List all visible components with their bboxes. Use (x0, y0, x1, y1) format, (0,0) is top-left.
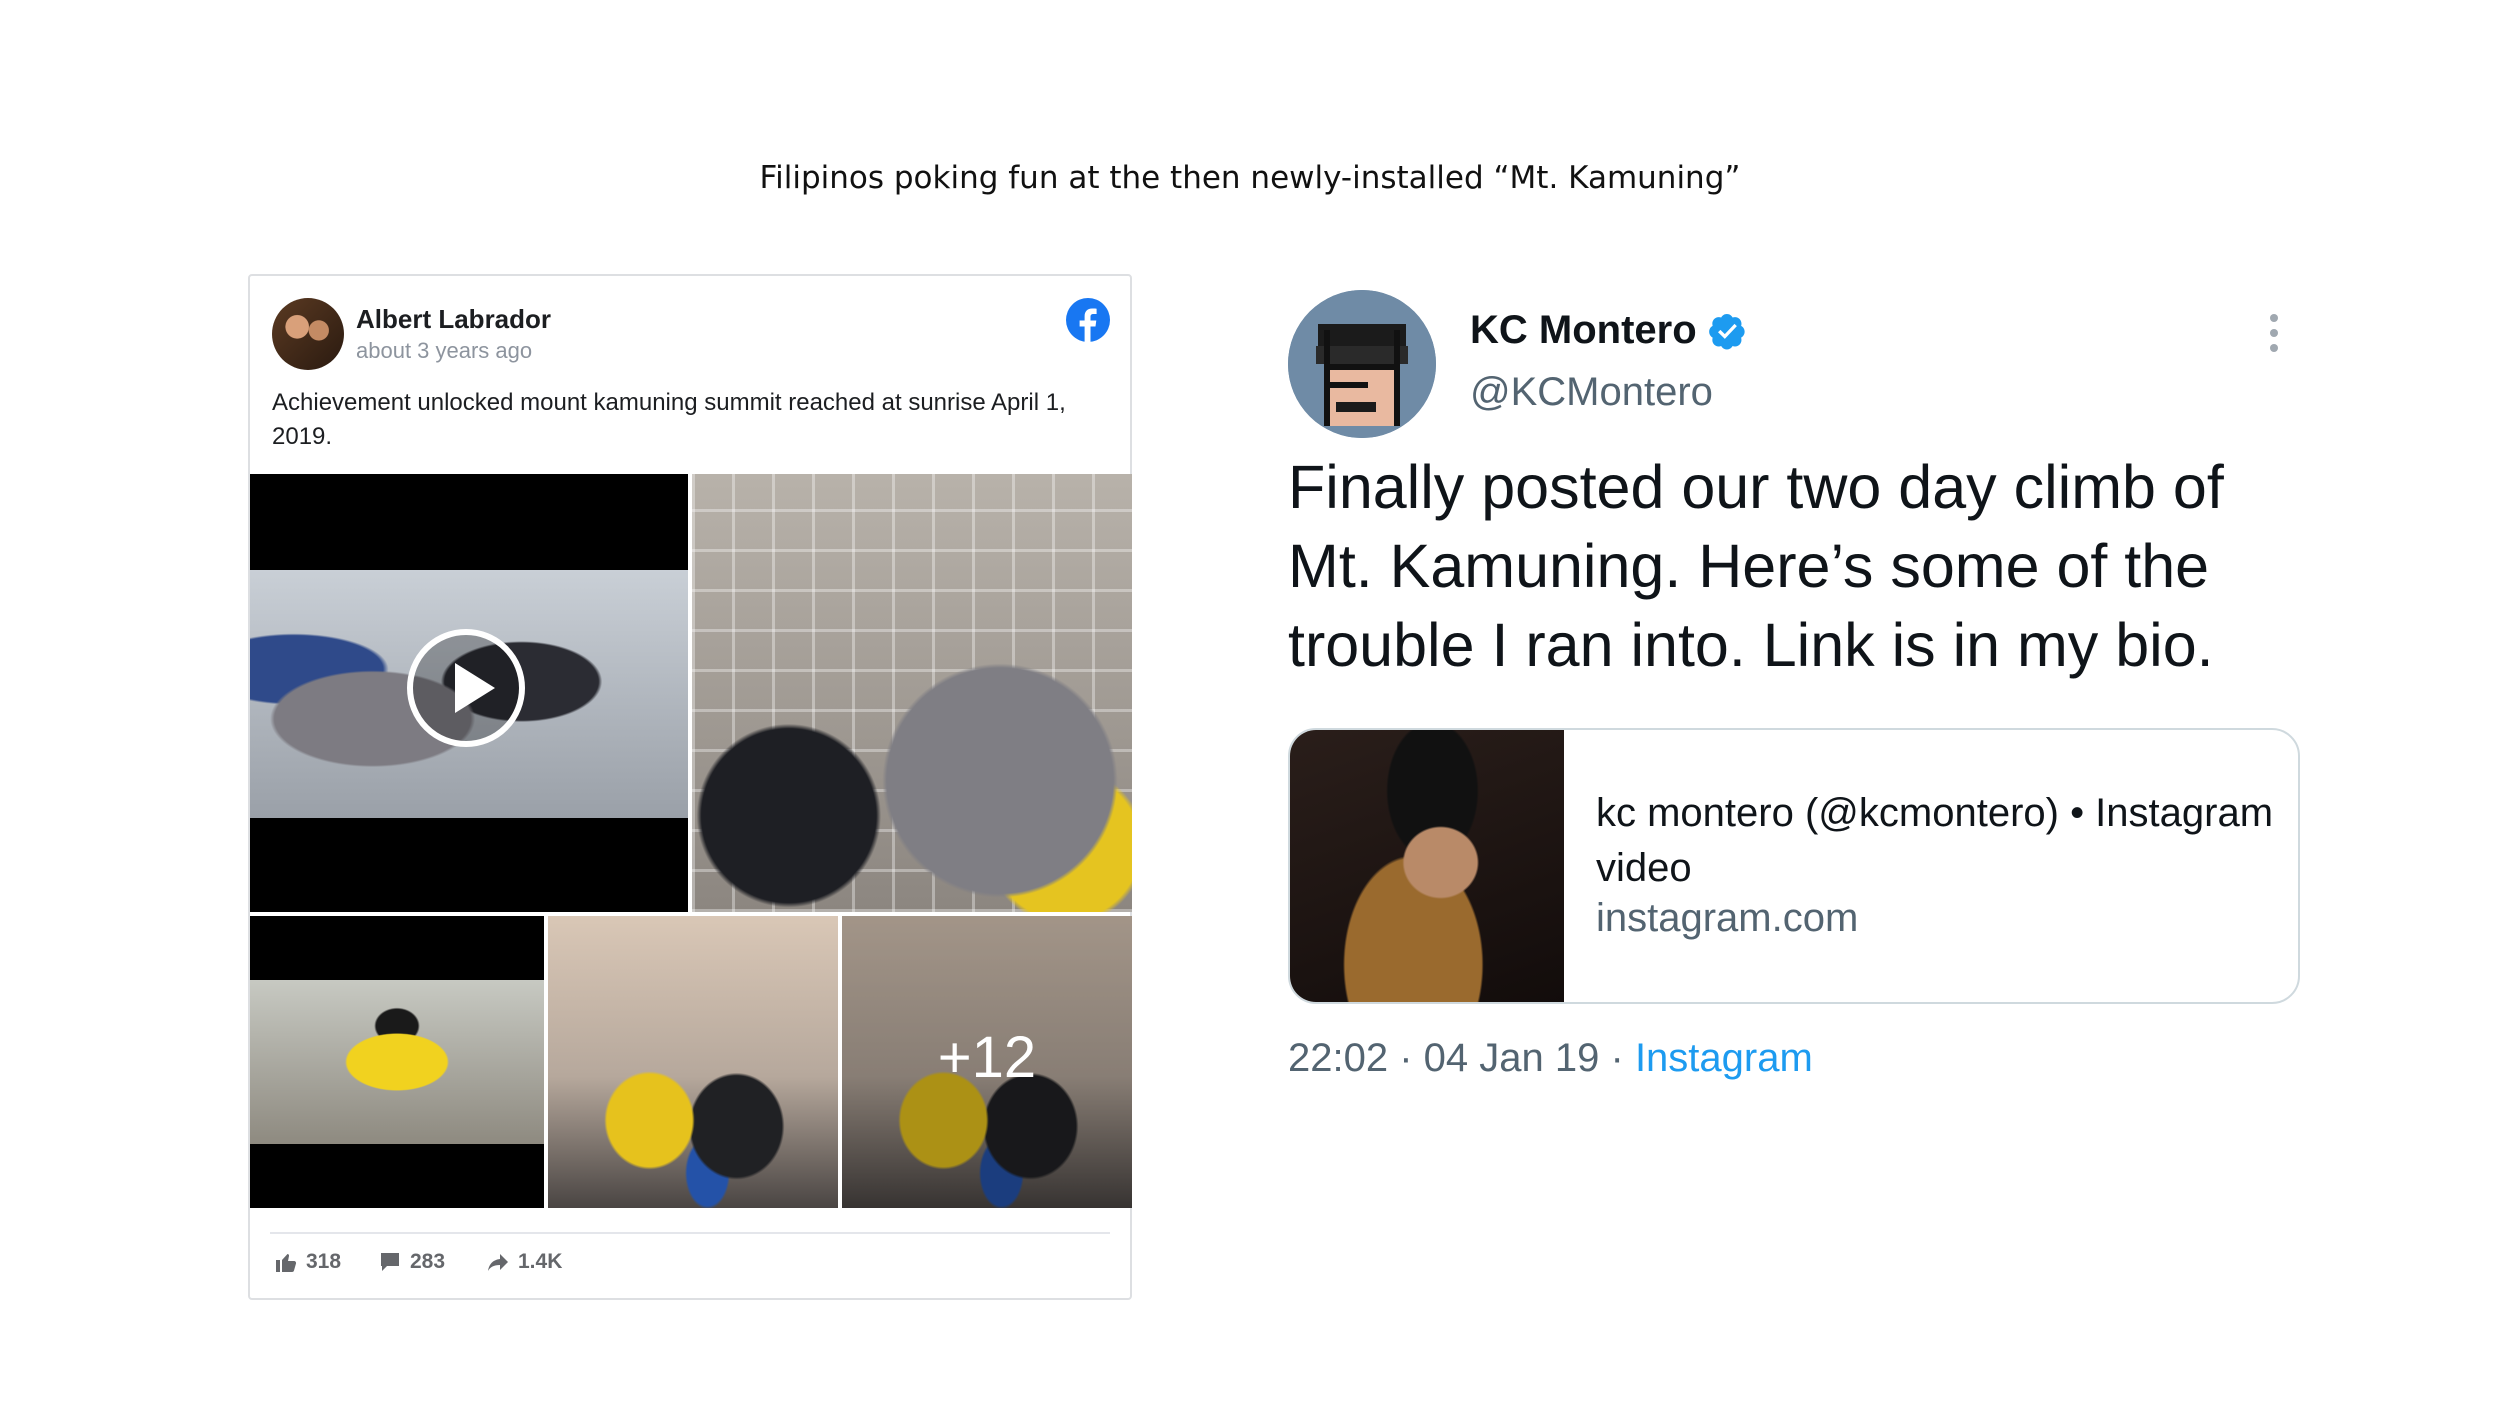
like-count: 318 (306, 1250, 342, 1273)
slide-caption: Filipinos poking fun at the then newly-i… (759, 160, 1741, 196)
post-video-thumbnail[interactable] (250, 474, 688, 912)
comment-count-button[interactable]: 283 (378, 1250, 445, 1274)
tweet-author-name[interactable]: KC Montero (1470, 308, 1747, 353)
divider (270, 1232, 1110, 1234)
facebook-post-card: Albert Labrador about 3 years ago Achiev… (248, 274, 1132, 1300)
verified-badge-icon (1708, 313, 1745, 350)
more-photos-count: +12 (937, 1025, 1037, 1090)
tweet-date[interactable]: 04 Jan 19 (1424, 1036, 1600, 1080)
link-preview-thumbnail (1290, 730, 1564, 1002)
share-count-button[interactable]: 1.4K (486, 1250, 562, 1274)
post-photo-more[interactable]: +12 (842, 916, 1132, 1208)
tweet-metadata: 22:02 · 04 Jan 19 · Instagram (1288, 1036, 1813, 1081)
tweet-text: Finally posted our two day climb of Mt. … (1288, 453, 2224, 679)
tweet-time[interactable]: 22:02 (1288, 1036, 1388, 1080)
post-photo[interactable] (692, 474, 1132, 912)
share-count: 1.4K (518, 1250, 563, 1273)
photo-image (250, 980, 544, 1144)
tweet-author-avatar[interactable] (1288, 290, 1436, 438)
author-avatar[interactable] (272, 298, 344, 370)
comment-icon (381, 1253, 399, 1271)
share-arrow-icon (488, 1254, 508, 1271)
like-count-button[interactable]: 318 (274, 1250, 341, 1274)
separator-dot: · (1399, 1036, 1424, 1080)
comment-count: 283 (410, 1250, 446, 1273)
link-preview-domain: instagram.com (1596, 896, 1859, 940)
post-photo[interactable] (250, 916, 544, 1208)
separator-dot: · (1610, 1036, 1635, 1080)
link-preview-title: kc montero (@kcmontero) • Instagram vide… (1596, 791, 2274, 890)
tweet-source-link[interactable]: Instagram (1635, 1036, 1813, 1080)
author-name[interactable]: Albert Labrador (356, 304, 551, 335)
post-text: Achievement unlocked mount kamuning summ… (272, 389, 1066, 450)
more-options-icon[interactable] (2270, 314, 2280, 359)
tweet-author-name-text: KC Montero (1470, 308, 1697, 352)
post-timestamp[interactable]: about 3 years ago (356, 338, 532, 364)
link-preview-card[interactable]: kc montero (@kcmontero) • Instagram vide… (1288, 728, 2300, 1004)
play-icon[interactable] (407, 629, 525, 747)
facebook-logo-icon (1066, 298, 1110, 342)
post-photo[interactable] (548, 916, 838, 1208)
tweet-author-handle[interactable]: @KCMontero (1470, 370, 1713, 415)
thumbs-up-icon (276, 1254, 297, 1272)
